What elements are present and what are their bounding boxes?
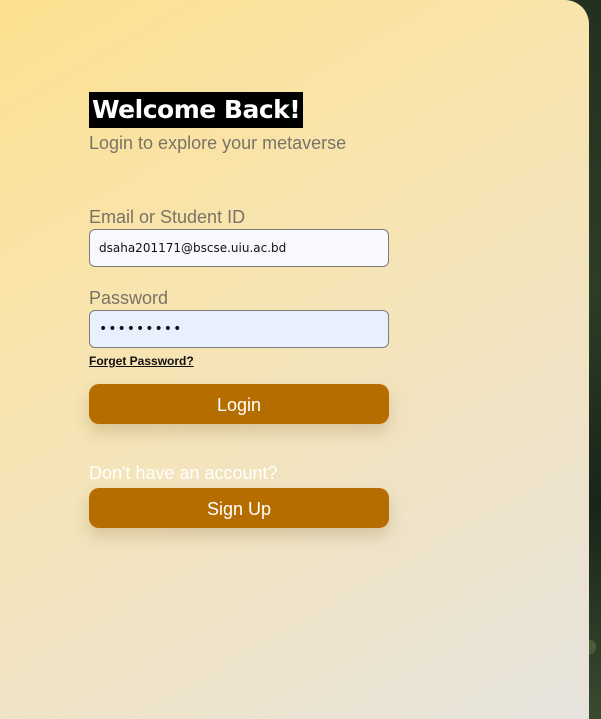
- login-form: Welcome Back! Login to explore your meta…: [89, 92, 389, 528]
- forget-password-link[interactable]: Forget Password?: [89, 354, 194, 368]
- password-label: Password: [89, 288, 169, 308]
- email-label: Email or Student ID: [89, 207, 246, 227]
- signup-button[interactable]: Sign Up: [89, 488, 389, 528]
- signup-prompt: Don't have an account?: [89, 463, 278, 483]
- page-title: Welcome Back!: [89, 92, 304, 128]
- login-button[interactable]: Login: [89, 384, 389, 424]
- page-subtitle: Login to explore your metaverse: [89, 133, 347, 153]
- password-field[interactable]: [89, 310, 389, 348]
- email-field[interactable]: [89, 229, 389, 267]
- login-panel: Welcome Back! Login to explore your meta…: [0, 0, 589, 719]
